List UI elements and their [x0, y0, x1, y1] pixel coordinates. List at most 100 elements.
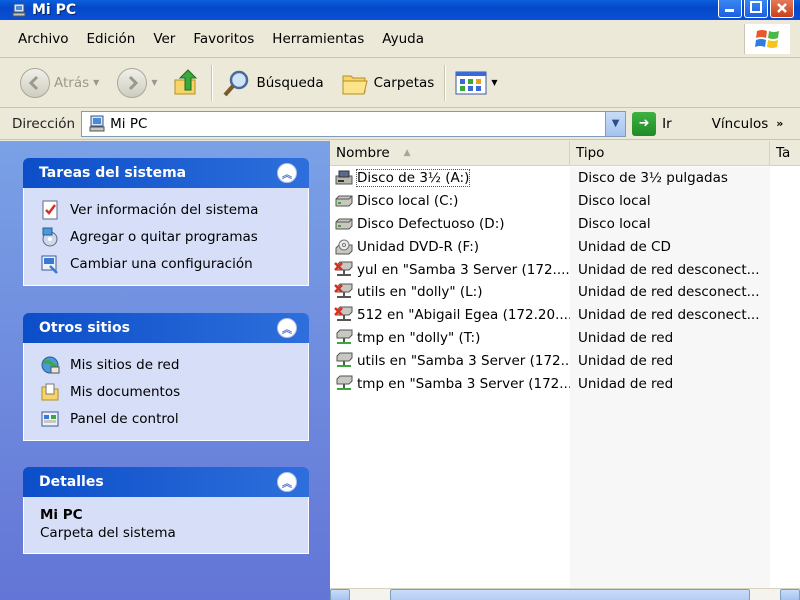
file-name-cell[interactable]: Disco Defectuoso (D:): [330, 215, 570, 233]
other-places-title: Otros sitios: [39, 320, 130, 336]
file-row[interactable]: tmp en "dolly" (T:) Unidad de red: [330, 327, 800, 350]
chevron-down-icon: ▼: [611, 118, 620, 129]
scroll-right-button[interactable]: [780, 589, 800, 600]
menu-ayuda[interactable]: Ayuda: [374, 31, 434, 47]
details-name: Mi PC: [40, 507, 83, 523]
forward-arrow-icon: [117, 67, 148, 98]
views-button[interactable]: ▼: [451, 63, 501, 103]
forward-dropdown-icon[interactable]: ▼: [151, 78, 157, 87]
address-label: Dirección: [12, 115, 76, 132]
task-label: Ver información del sistema: [70, 201, 259, 218]
title-bar[interactable]: Mi PC: [0, 0, 800, 20]
other-places-panel: Otros sitios ︽ Mis sitios de red Mis doc…: [23, 313, 309, 441]
go-button[interactable]: ➜ Ir: [632, 111, 672, 136]
file-name: 512 en "Abigail Egea (172.20....: [357, 307, 570, 324]
views-dropdown-icon[interactable]: ▼: [491, 78, 497, 87]
dvd-drive-icon: [334, 238, 354, 256]
task-change-setting[interactable]: Cambiar una configuración: [40, 250, 296, 277]
my-computer-icon: [12, 3, 26, 17]
file-type: Disco local: [578, 215, 651, 232]
column-header-size[interactable]: Ta: [770, 141, 800, 165]
task-add-remove-programs[interactable]: Agregar o quitar programas: [40, 223, 296, 250]
control-panel-icon: [40, 409, 60, 429]
column-header-type[interactable]: Tipo: [570, 141, 770, 165]
links-label: Vínculos: [711, 115, 769, 132]
add-remove-programs-icon: [40, 227, 60, 247]
file-name-cell[interactable]: utils en "dolly" (L:): [330, 283, 570, 301]
file-name-cell[interactable]: tmp en "dolly" (T:): [330, 329, 570, 347]
collapse-icon[interactable]: ︽: [277, 472, 297, 492]
file-type: Disco local: [578, 193, 651, 210]
back-label: Atrás: [54, 74, 90, 91]
file-name: Disco de 3½ (A:): [355, 169, 471, 188]
file-name-cell[interactable]: Disco local (C:): [330, 192, 570, 210]
task-view-system-info[interactable]: Ver información del sistema: [40, 196, 296, 223]
file-name-cell[interactable]: utils en "Samba 3 Server (172...: [330, 352, 570, 370]
file-row[interactable]: Disco Defectuoso (D:) Disco local: [330, 213, 800, 236]
file-row[interactable]: Disco local (C:) Disco local: [330, 190, 800, 213]
file-type: Unidad de red: [578, 352, 674, 369]
my-documents-icon: [40, 382, 60, 402]
file-name-cell[interactable]: 512 en "Abigail Egea (172.20....: [330, 306, 570, 324]
file-name-cell[interactable]: Unidad DVD-R (F:): [330, 238, 570, 256]
file-name: utils en "Samba 3 Server (172...: [357, 352, 570, 369]
collapse-icon[interactable]: ︽: [277, 163, 297, 183]
link-network-places[interactable]: Mis sitios de red: [40, 351, 296, 378]
folders-button[interactable]: Carpetas: [336, 63, 439, 103]
sort-ascending-icon: ▲: [403, 148, 411, 158]
file-name-cell[interactable]: yul en "Samba 3 Server (172....: [330, 261, 570, 279]
network-drive-icon: [334, 329, 354, 347]
menu-archivo[interactable]: Archivo: [10, 31, 78, 47]
minimize-button[interactable]: [718, 0, 742, 18]
file-row[interactable]: Disco de 3½ (A:) Disco de 3½ pulgadas: [330, 167, 800, 190]
folders-label: Carpetas: [373, 74, 435, 91]
file-name-cell[interactable]: tmp en "Samba 3 Server (172....: [330, 375, 570, 393]
column-label: Ta: [776, 145, 791, 161]
file-name-cell[interactable]: Disco de 3½ (A:): [330, 169, 570, 188]
link-control-panel[interactable]: Panel de control: [40, 405, 296, 432]
column-label: Tipo: [576, 145, 605, 161]
horizontal-scrollbar[interactable]: [330, 588, 800, 600]
file-type: Unidad de red: [578, 329, 674, 346]
minimize-icon: [725, 9, 734, 12]
column-header-name[interactable]: Nombre ▲: [330, 141, 570, 165]
address-dropdown-button[interactable]: ▼: [605, 111, 626, 136]
menu-bar: Archivo Edición Ver Favoritos Herramient…: [0, 20, 800, 58]
file-row[interactable]: utils en "dolly" (L:) Unidad de red desco…: [330, 281, 800, 304]
details-header[interactable]: Detalles ︽: [23, 467, 309, 497]
maximize-button[interactable]: [744, 0, 768, 18]
up-folder-button[interactable]: [167, 63, 205, 103]
back-button[interactable]: Atrás ▼: [16, 63, 103, 103]
control-panel-settings-icon: [40, 254, 60, 274]
scroll-left-button[interactable]: [330, 589, 350, 600]
link-my-documents[interactable]: Mis documentos: [40, 378, 296, 405]
back-dropdown-icon[interactable]: ▼: [93, 78, 99, 87]
other-places-body: Mis sitios de red Mis documentos Panel d…: [23, 343, 309, 441]
collapse-icon[interactable]: ︽: [277, 318, 297, 338]
menu-ver[interactable]: Ver: [145, 31, 185, 47]
file-row[interactable]: utils en "Samba 3 Server (172... Unidad d…: [330, 349, 800, 372]
hard-drive-icon: [334, 215, 354, 233]
file-row[interactable]: yul en "Samba 3 Server (172.... Unidad de…: [330, 258, 800, 281]
system-tasks-header[interactable]: Tareas del sistema ︽: [23, 158, 309, 188]
file-row[interactable]: tmp en "Samba 3 Server (172.... Unidad de…: [330, 372, 800, 395]
address-value: Mi PC: [110, 115, 148, 132]
file-row[interactable]: 512 en "Abigail Egea (172.20.... Unidad d…: [330, 304, 800, 327]
menu-edicion[interactable]: Edición: [78, 31, 145, 47]
menu-favoritos[interactable]: Favoritos: [185, 31, 264, 47]
toolbar-separator: [444, 64, 446, 101]
scroll-thumb[interactable]: [390, 589, 750, 600]
network-drive-disconnected-icon: [334, 306, 354, 324]
other-places-header[interactable]: Otros sitios ︽: [23, 313, 309, 343]
forward-button[interactable]: ▼: [113, 63, 161, 103]
address-input[interactable]: Mi PC ▼: [81, 110, 627, 137]
file-row[interactable]: Unidad DVD-R (F:) Unidad de CD: [330, 235, 800, 258]
menu-herramientas[interactable]: Herramientas: [264, 31, 374, 47]
network-drive-disconnected-icon: [334, 261, 354, 279]
search-button[interactable]: Búsqueda: [218, 63, 327, 103]
close-button[interactable]: [770, 0, 794, 18]
file-type: Unidad de red desconect...: [578, 307, 760, 324]
views-icon: [455, 71, 487, 94]
links-button[interactable]: Vínculos »: [712, 116, 784, 132]
task-label: Agregar o quitar programas: [70, 228, 258, 245]
